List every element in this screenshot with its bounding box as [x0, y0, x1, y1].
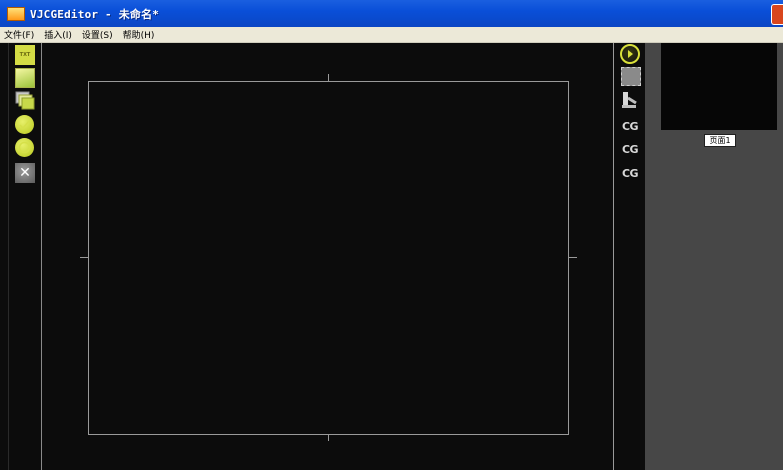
refresh-tool-icon[interactable]: [15, 138, 34, 157]
refresh-icon: [18, 141, 31, 154]
page-thumbnail-label[interactable]: 页面1: [704, 134, 736, 147]
brush-icon: [622, 92, 637, 108]
menu-bar: 文件(F) 插入(I) 设置(S) 帮助(H): [0, 27, 783, 43]
left-toolbar: TXT ✕: [9, 43, 42, 470]
menu-help[interactable]: 帮助(H): [119, 28, 161, 41]
confirm-tool-icon[interactable]: [15, 115, 34, 134]
window-title: VJCGEditor - 未命名*: [30, 7, 160, 21]
play-icon: [628, 50, 633, 58]
image-tool-icon[interactable]: [15, 68, 35, 88]
cg-delete-tool-icon[interactable]: CG: [619, 163, 641, 183]
close-button[interactable]: [771, 4, 783, 25]
title-bar: VJCGEditor - 未命名*: [0, 0, 783, 27]
cg-upload-label: CG: [621, 142, 639, 156]
top-center-tick: [328, 74, 329, 81]
window-left-border: [0, 43, 9, 470]
editor-canvas[interactable]: [42, 43, 613, 470]
left-center-tick: [80, 257, 88, 258]
cg-upload-tool-icon[interactable]: CG: [619, 139, 641, 159]
brush-tool-icon[interactable]: [619, 90, 641, 110]
safe-area-frame: [88, 81, 569, 435]
check-icon: [19, 120, 30, 130]
bottom-center-tick: [328, 434, 329, 441]
right-center-tick: [569, 257, 577, 258]
cg-delete-label: CG: [621, 166, 639, 180]
delete-tool-icon[interactable]: ✕: [15, 163, 35, 183]
menu-insert[interactable]: 插入(I): [40, 28, 78, 41]
cg-confirm-tool-icon[interactable]: CG: [619, 116, 641, 136]
multi-image-tool-icon[interactable]: [15, 91, 35, 111]
multi-image-icon: [15, 91, 35, 110]
right-toolbar: CG CG CG: [614, 43, 645, 470]
menu-file[interactable]: 文件(F): [0, 28, 40, 41]
text-tool-icon[interactable]: TXT: [15, 45, 35, 65]
delete-glyph: ✕: [19, 165, 31, 181]
page-thumbnail[interactable]: [661, 43, 777, 130]
menu-settings[interactable]: 设置(S): [78, 28, 119, 41]
film-tool-icon[interactable]: [621, 67, 641, 86]
pages-panel: 页面1: [645, 43, 783, 470]
play-tool-icon[interactable]: [620, 44, 640, 64]
cg-confirm-label: CG: [621, 119, 639, 133]
app-icon: [7, 6, 25, 21]
text-tool-label: TXT: [19, 52, 31, 58]
